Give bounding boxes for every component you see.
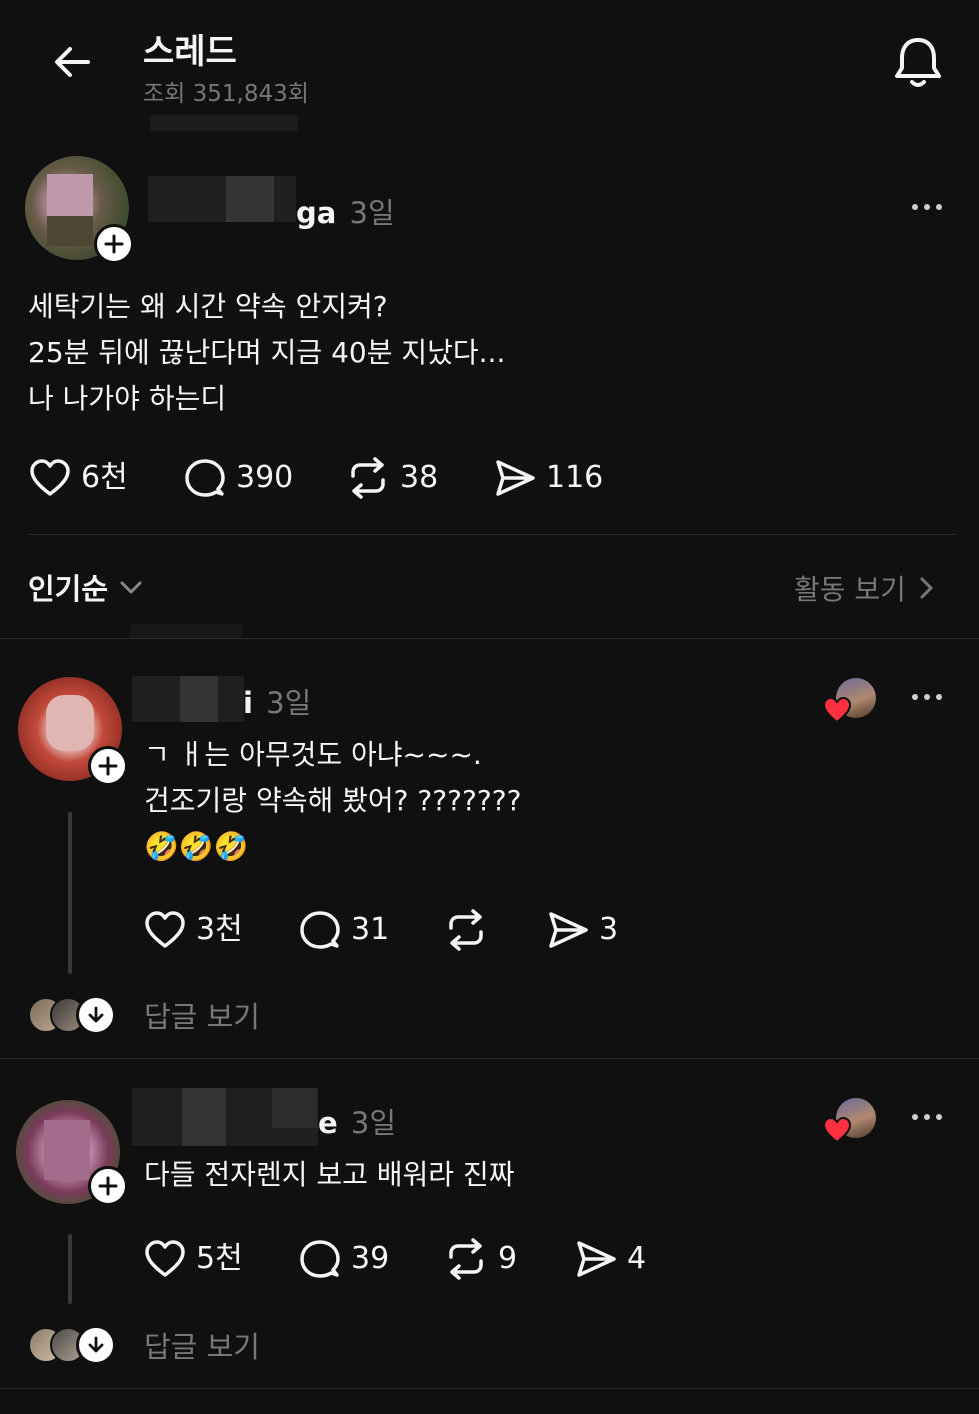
comment-icon <box>300 911 340 949</box>
username-time: i 3일 <box>243 680 311 722</box>
post-line: 나 나가야 하는디 <box>28 382 227 415</box>
more-options-button[interactable] <box>912 694 942 700</box>
redacted-username <box>132 676 244 722</box>
like-button[interactable]: 5천 <box>143 1237 243 1281</box>
share-button[interactable]: 4 <box>574 1237 646 1281</box>
view-replies-button[interactable]: 답글 보기 <box>28 1324 260 1366</box>
comment-button[interactable]: 39 <box>298 1237 389 1281</box>
thread-line <box>68 812 72 974</box>
plus-icon <box>98 1176 118 1196</box>
like-button[interactable]: 6천 <box>28 456 128 500</box>
redacted-username <box>132 1088 318 1146</box>
like-count: 3천 <box>196 912 243 947</box>
comment-button[interactable]: 390 <box>183 456 293 500</box>
reply-avatars <box>28 1325 118 1365</box>
divider <box>0 1058 979 1059</box>
plus-icon <box>104 234 124 254</box>
repost-icon <box>449 909 483 951</box>
sort-label: 인기순 <box>28 572 109 606</box>
view-replies-label: 답글 보기 <box>144 1330 260 1364</box>
reply-text: ㄱ ㅐ는 아무것도 아냐~~~. 건조기랑 약속해 봤어? ??????? 🤣🤣… <box>144 732 521 870</box>
reply-line: 건조기랑 약속해 봤어? ??????? <box>144 784 522 817</box>
username-time: ga 3일 <box>296 190 395 232</box>
repost-count: 9 <box>498 1241 518 1276</box>
post-time: 3일 <box>349 196 395 230</box>
username[interactable]: ga <box>296 196 336 230</box>
view-replies-button[interactable]: 답글 보기 <box>28 994 260 1036</box>
notifications-button[interactable] <box>888 32 948 92</box>
like-button[interactable]: 3천 <box>143 908 243 952</box>
heart-icon <box>30 459 70 496</box>
more-options-button[interactable] <box>912 1114 942 1120</box>
send-icon <box>577 1241 616 1277</box>
liked-by-author-badge <box>822 678 878 724</box>
reply-avatars <box>28 995 118 1035</box>
reply-time: 3일 <box>350 1106 397 1140</box>
reply-line: 다들 전자렌지 보고 배워라 진짜 <box>144 1158 515 1191</box>
comment-count: 39 <box>351 1241 390 1276</box>
chevron-down-icon <box>120 581 142 594</box>
redacted-block <box>150 115 298 131</box>
thread-line <box>68 1234 72 1304</box>
username[interactable]: e <box>318 1106 338 1140</box>
post-line: 25분 뒤에 끊난다며 지금 40분 지났다... <box>28 336 506 369</box>
view-count: 조회 351,843회 <box>143 81 309 107</box>
bell-icon <box>895 38 941 87</box>
like-count: 6천 <box>81 460 128 495</box>
reply-line: ㄱ ㅐ는 아무것도 아냐~~~. <box>144 738 482 771</box>
heart-filled-icon <box>822 696 852 724</box>
repost-count: 38 <box>400 460 439 495</box>
redacted-block <box>130 624 242 638</box>
follow-button[interactable] <box>88 746 128 786</box>
plus-icon <box>98 756 118 776</box>
comment-count: 31 <box>351 912 390 947</box>
chevron-right-icon <box>920 577 933 599</box>
divider <box>0 638 979 639</box>
view-activity-link[interactable]: 활동 보기 <box>794 568 936 608</box>
follow-button[interactable] <box>88 1166 128 1206</box>
repost-icon <box>449 1238 483 1280</box>
arrow-down-icon <box>88 1006 104 1023</box>
reply-line: 🤣🤣🤣 <box>144 830 249 863</box>
divider <box>28 534 957 535</box>
post-line: 세탁기는 왜 시간 약속 안지켜? <box>28 290 388 323</box>
repost-icon <box>351 457 385 499</box>
redacted-username <box>148 176 296 222</box>
send-icon <box>549 912 588 948</box>
send-icon <box>496 460 535 496</box>
repost-button[interactable] <box>443 908 498 952</box>
reply-text: 다들 전자렌지 보고 배워라 진짜 <box>144 1152 514 1198</box>
comment-count: 390 <box>236 460 294 495</box>
heart-icon <box>145 911 185 948</box>
repost-button[interactable]: 9 <box>443 1237 517 1281</box>
like-count: 5천 <box>196 1241 243 1276</box>
comment-icon <box>300 1240 340 1278</box>
reply-time: 3일 <box>266 686 312 720</box>
heart-icon <box>145 1240 185 1277</box>
liked-by-author-badge <box>822 1098 878 1144</box>
share-button[interactable]: 3 <box>546 908 618 952</box>
view-replies-label: 답글 보기 <box>144 1000 260 1034</box>
username-time: e 3일 <box>318 1100 396 1142</box>
comment-icon <box>185 459 225 497</box>
divider <box>0 1388 979 1389</box>
heart-filled-icon <box>822 1116 852 1144</box>
repost-button[interactable]: 38 <box>345 456 438 500</box>
share-count: 3 <box>599 912 619 947</box>
post-text: 세탁기는 왜 시간 약속 안지켜? 25분 뒤에 끊난다며 지금 40분 지났다… <box>28 284 505 422</box>
arrow-down-icon <box>88 1336 104 1353</box>
comment-button[interactable]: 31 <box>298 908 389 952</box>
username[interactable]: i <box>243 686 253 720</box>
share-button[interactable]: 116 <box>493 456 603 500</box>
share-count: 116 <box>546 460 604 495</box>
follow-button[interactable] <box>94 224 134 264</box>
share-count: 4 <box>627 1241 647 1276</box>
back-button[interactable] <box>48 38 96 86</box>
arrow-left-icon <box>55 47 90 77</box>
activity-label: 활동 보기 <box>794 573 906 606</box>
sort-dropdown[interactable]: 인기순 <box>28 566 144 608</box>
more-options-button[interactable] <box>912 204 942 210</box>
page-title: 스레드 <box>143 32 237 72</box>
